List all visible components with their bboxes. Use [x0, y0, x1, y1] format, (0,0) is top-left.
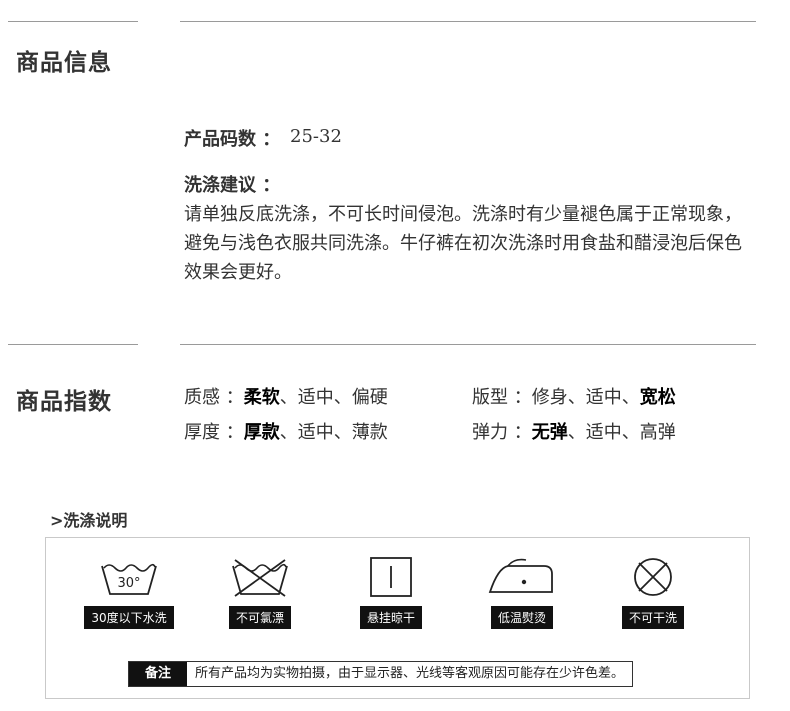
care-label-hang-dry: 悬挂晾干: [359, 606, 422, 629]
hang-dry-icon: [331, 556, 451, 598]
wash-temp: 30°: [117, 576, 140, 591]
fit-label: 版型 ：: [472, 387, 532, 408]
no-bleach-icon: [200, 556, 320, 598]
care-label-no-bleach: 不可氯漂: [228, 606, 291, 629]
care-title: >洗涤说明: [50, 511, 128, 530]
wash-label: 洗涤建议 ：: [184, 175, 281, 196]
texture-label: 质感 ：: [184, 387, 244, 408]
fit-opt-loose: 宽松: [639, 387, 676, 408]
stretch-opt-medium: 、适中: [567, 422, 622, 443]
care-item-no-dry-clean: 不可干洗: [593, 556, 713, 629]
note-tag: 备注: [129, 662, 188, 686]
fit-sep: 、: [621, 387, 640, 408]
mid-rule-left: [8, 344, 138, 345]
product-info-heading: 商品信息: [16, 50, 112, 76]
size-label: 产品码数 ：: [184, 129, 281, 150]
stretch-label: 弹力 ：: [472, 422, 532, 443]
care-label-iron-low: 低温熨烫: [490, 606, 553, 629]
fit-row: 版型 ：修身、适中、宽松: [472, 383, 676, 409]
thickness-opt-thick: 厚款: [243, 422, 280, 443]
iron-low-icon: [462, 556, 582, 598]
care-item-iron-low: 低温熨烫: [462, 556, 582, 629]
wash-30-icon: 30°: [69, 556, 189, 598]
wash-text: 请单独反底洗涤，不可长时间侵泡。洗涤时有少量褪色属于正常现象，避免与浅色衣服共同…: [184, 204, 742, 283]
texture-opt-hard: 、偏硬: [333, 387, 388, 408]
care-item-wash-30: 30° 30度以下水洗: [69, 556, 189, 629]
note-bar: 备注 所有产品均为实物拍摄，由于显示器、光线等客观原因可能存在少许色差。: [128, 661, 634, 687]
top-rule-right: [180, 21, 756, 22]
stretch-opt-none: 无弹: [531, 422, 568, 443]
mid-rule-right: [180, 344, 756, 345]
top-rule-left: [8, 21, 138, 22]
fit-opt-slim: 修身: [531, 387, 568, 408]
thickness-label: 厚度 ：: [184, 422, 244, 443]
no-dry-clean-icon: [593, 556, 713, 598]
size-value: 25-32: [290, 126, 342, 147]
care-label-wash-30: 30度以下水洗: [84, 606, 174, 629]
fit-opt-medium: 、适中: [567, 387, 622, 408]
thickness-opt-medium: 、适中: [279, 422, 334, 443]
stretch-opt-high: 、高弹: [621, 422, 676, 443]
product-index-heading: 商品指数: [16, 389, 112, 415]
thickness-row: 厚度 ：厚款、适中、薄款: [184, 418, 388, 444]
care-box: 30° 30度以下水洗 不可氯漂 悬挂晾干 低温熨烫 不可干洗 备注 所有产品均…: [45, 537, 750, 699]
note-text: 所有产品均为实物拍摄，由于显示器、光线等客观原因可能存在少许色差。: [195, 666, 625, 681]
thickness-opt-thin: 、薄款: [333, 422, 388, 443]
stretch-row: 弹力 ：无弹、适中、高弹: [472, 418, 676, 444]
texture-opt-soft: 柔软: [243, 387, 280, 408]
care-item-no-bleach: 不可氯漂: [200, 556, 320, 629]
texture-opt-medium: 、适中: [279, 387, 334, 408]
care-label-no-dry-clean: 不可干洗: [621, 606, 684, 629]
texture-row: 质感 ：柔软、适中、偏硬: [184, 383, 388, 409]
care-item-hang-dry: 悬挂晾干: [331, 556, 451, 629]
